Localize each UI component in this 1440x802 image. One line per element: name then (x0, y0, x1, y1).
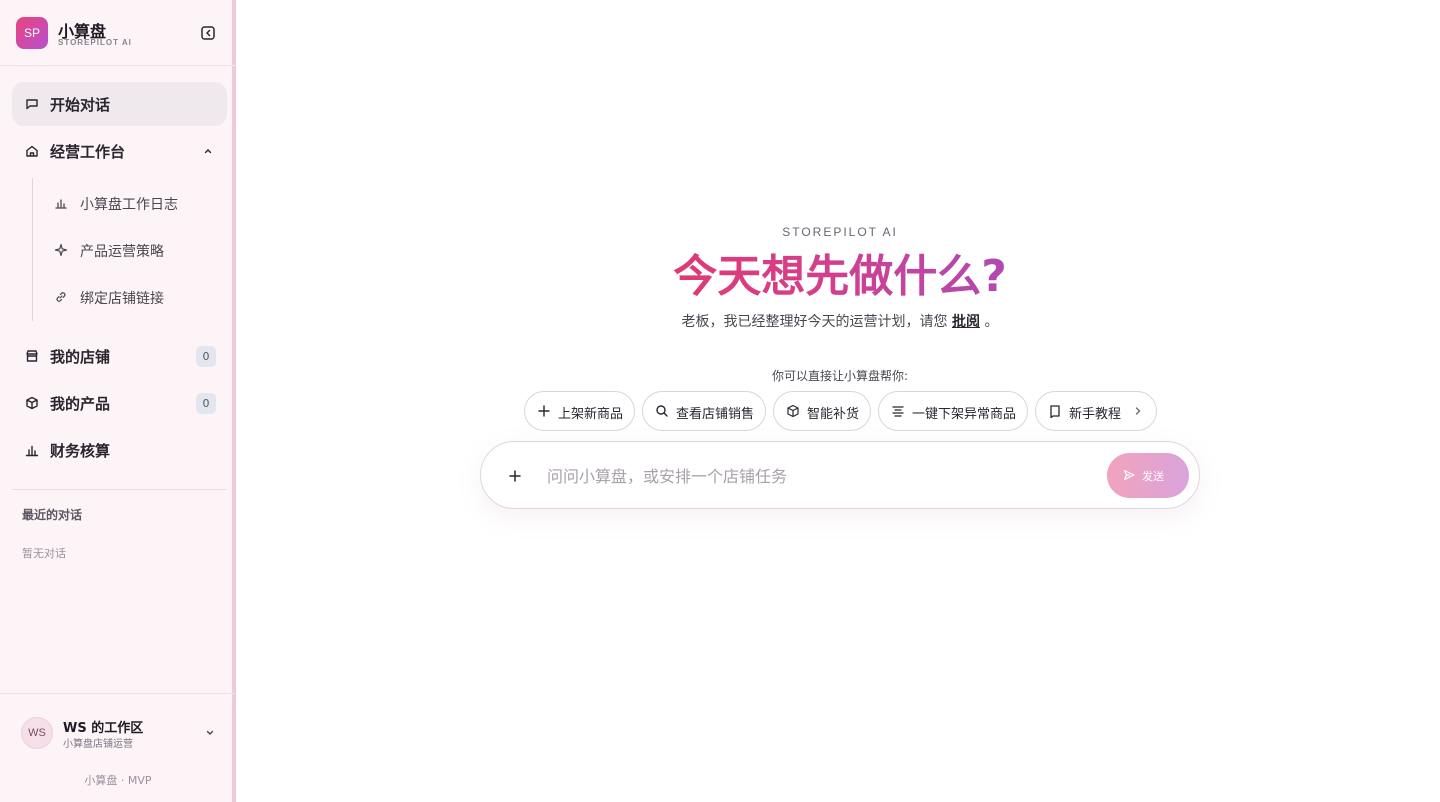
page-title: 今天想先做什么? (540, 248, 1140, 306)
nav-my-products-label: 我的产品 (50, 395, 111, 413)
workspace-name: WS 的工作区 (63, 721, 144, 736)
chip-view-sales[interactable]: 查看店铺销售 (642, 391, 766, 431)
nav-workbench[interactable]: 经营工作台 (12, 129, 227, 173)
sub-item-label: 产品运营策略 (80, 244, 164, 260)
home-icon (26, 145, 38, 157)
nav-start-chat[interactable]: 开始对话 (12, 82, 227, 126)
chevron-up-icon (204, 149, 212, 154)
avatar: WS (21, 717, 53, 749)
box-icon (26, 396, 38, 410)
chat-composer: 发送 (480, 441, 1200, 509)
collapse-sidebar-icon[interactable] (200, 25, 216, 41)
nav-workbench-label: 经营工作台 (50, 143, 126, 161)
product-count-badge: 0 (196, 393, 216, 414)
store-icon (26, 350, 38, 362)
send-button[interactable]: 发送 (1107, 453, 1189, 498)
bar-chart-icon (25, 445, 39, 457)
chip-label: 智能补货 (807, 407, 860, 422)
eyebrow-label: STOREPILOT AI (782, 225, 898, 239)
chip-tutorial[interactable]: 新手教程 (1035, 391, 1157, 431)
suggestion-hint: 你可以直接让小算盘帮你: (771, 369, 909, 383)
nav-start-chat-label: 开始对话 (50, 96, 111, 114)
nav-my-stores[interactable]: 我的店铺 0 (12, 334, 227, 378)
nav-my-products[interactable]: 我的产品 0 (12, 381, 227, 425)
chip-list-new-product[interactable]: 上架新商品 (524, 391, 635, 431)
sparkle-icon (54, 243, 68, 257)
chevron-right-icon[interactable] (1133, 405, 1143, 417)
nav-finance[interactable]: 财务核算 (12, 428, 227, 472)
brand-subtitle: STOREPILOT AI (58, 38, 132, 47)
sub-item-strategy[interactable]: 产品运营策略 (42, 230, 227, 270)
nav-my-stores-label: 我的店铺 (50, 348, 111, 366)
search-icon (656, 405, 668, 417)
chip-delist-abnormal[interactable]: 一键下架异常商品 (878, 391, 1028, 431)
sub-item-label: 小算盘工作日志 (80, 197, 178, 213)
brand-header: SP 小算盘 STOREPILOT AI (0, 0, 236, 66)
plus-icon (538, 405, 550, 417)
app-version: 小算盘 · MVP (84, 774, 152, 787)
chat-bubble-icon (26, 99, 38, 110)
attach-plus-icon[interactable] (505, 466, 525, 486)
recent-chats-title: 最近的对话 (22, 508, 83, 522)
sub-item-work-log[interactable]: 小算盘工作日志 (42, 183, 227, 223)
chip-label: 新手教程 (1069, 407, 1122, 422)
sub-item-bind-store[interactable]: 绑定店铺链接 (42, 277, 227, 317)
align-center-icon (892, 406, 904, 417)
send-label: 发送 (1142, 471, 1164, 483)
book-icon (1050, 405, 1060, 418)
sidebar-divider (12, 489, 227, 490)
brand-logo: SP (16, 17, 48, 49)
chip-smart-restock[interactable]: 智能补货 (773, 391, 871, 431)
box-icon (787, 404, 799, 418)
review-link[interactable]: 批阅 (952, 314, 980, 330)
greeting-text: 老板，我已经整理好今天的运营计划，请您 (681, 314, 948, 330)
recent-chats-empty: 暂无对话 (22, 547, 66, 560)
chip-label: 上架新商品 (558, 407, 624, 422)
bar-chart-icon (55, 199, 67, 209)
chevron-down-icon[interactable] (204, 727, 216, 739)
store-count-badge: 0 (196, 346, 216, 367)
workspace-subtitle: 小算盘店铺运营 (63, 739, 133, 750)
chip-label: 一键下架异常商品 (912, 407, 1017, 422)
subnav-guide-line (32, 178, 33, 321)
nav-finance-label: 财务核算 (50, 442, 111, 460)
sub-item-label: 绑定店铺链接 (80, 291, 164, 307)
send-icon (1123, 469, 1135, 481)
greeting-line: 老板，我已经整理好今天的运营计划，请您 批阅 。 (540, 311, 1140, 331)
sidebar: SP 小算盘 STOREPILOT AI 开始对话 经营工作台 小算盘工作日志 (0, 0, 236, 802)
greeting-suffix: 。 (984, 314, 999, 330)
workspace-switcher[interactable]: WS WS 的工作区 小算盘店铺运营 小算盘 · MVP (0, 693, 236, 802)
link-icon (56, 292, 66, 302)
chip-label: 查看店铺销售 (676, 407, 755, 422)
chat-input[interactable] (547, 462, 1087, 490)
